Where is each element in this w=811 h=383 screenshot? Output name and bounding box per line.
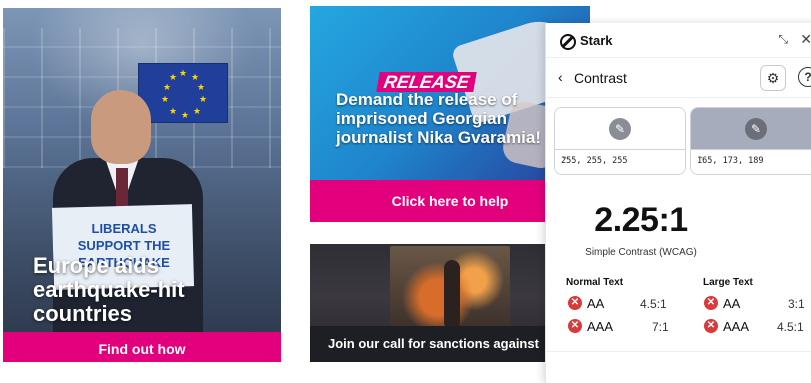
foreground-swatch[interactable]: ✎ 255, 255, 255 ⌃	[554, 107, 686, 175]
large-aa-requirement: 3:1	[788, 297, 805, 311]
foreground-value-field[interactable]: 255, 255, 255 ⌃	[555, 149, 685, 174]
normal-aa-requirement: 4.5:1	[640, 297, 667, 311]
fail-icon: ✕	[568, 296, 582, 310]
collapse-icon[interactable]: ⤡	[778, 32, 788, 47]
background-color-preview: ✎	[691, 108, 811, 150]
app-title: Stark	[580, 33, 613, 48]
stark-panel: Stark ⤡ ✕ ‹ Contrast ⚙ ? ✎ 255, 255, 255…	[545, 23, 811, 383]
close-icon[interactable]: ✕	[800, 31, 811, 48]
large-aaa-label: AAA	[723, 319, 750, 334]
stepper-icon[interactable]: ⌃	[561, 155, 679, 166]
find-out-how-button[interactable]: Find out how	[3, 332, 281, 362]
ad-card-earthquake[interactable]: ★ ★ ★ ★ ★ ★ ★ ★ ★ ★ LIBERALS SUPPORT THE EARTH…	[3, 8, 281, 362]
ad-headline: Demand the release of imprisoned Georgia…	[336, 90, 542, 147]
ad-headline: Europe aids earthquake-hit countries	[33, 253, 185, 326]
contrast-method-label: Simple Contrast (WCAG)	[585, 247, 697, 258]
painting-image	[390, 246, 510, 332]
title-bar: Stark ⤡ ✕	[546, 23, 811, 57]
release-tag: RELEASE	[376, 72, 477, 92]
normal-text-heading: Normal Text	[566, 277, 624, 288]
fail-icon: ✕	[704, 319, 718, 333]
contrast-ratio: 2.25:1	[594, 201, 688, 239]
divider	[546, 57, 811, 58]
normal-aa-label: AA	[587, 296, 605, 311]
large-aaa-requirement: 4.5:1	[777, 320, 804, 334]
help-icon[interactable]: ?	[798, 67, 811, 87]
stepper-icon[interactable]: ⌃	[697, 155, 811, 166]
settings-sliders-icon[interactable]: ⚙	[760, 65, 786, 91]
large-text-heading: Large Text	[703, 277, 753, 288]
fail-icon: ✕	[568, 319, 582, 333]
background-value-field[interactable]: 165, 173, 189 ⌃	[691, 149, 811, 174]
eyedropper-icon[interactable]: ✎	[609, 118, 631, 140]
background-swatch[interactable]: ✎ 165, 173, 189 ⌃	[690, 107, 811, 175]
eyedropper-icon[interactable]: ✎	[745, 118, 767, 140]
divider	[546, 97, 811, 98]
divider	[546, 351, 811, 352]
normal-aaa-requirement: 7:1	[652, 320, 669, 334]
stark-logo-icon	[560, 34, 576, 50]
back-icon[interactable]: ‹	[558, 69, 563, 85]
fail-icon: ✕	[704, 296, 718, 310]
large-aa-label: AA	[723, 296, 741, 311]
foreground-color-preview: ✎	[555, 108, 685, 150]
nav-title: Contrast	[574, 70, 627, 86]
normal-aaa-label: AAA	[587, 319, 614, 334]
